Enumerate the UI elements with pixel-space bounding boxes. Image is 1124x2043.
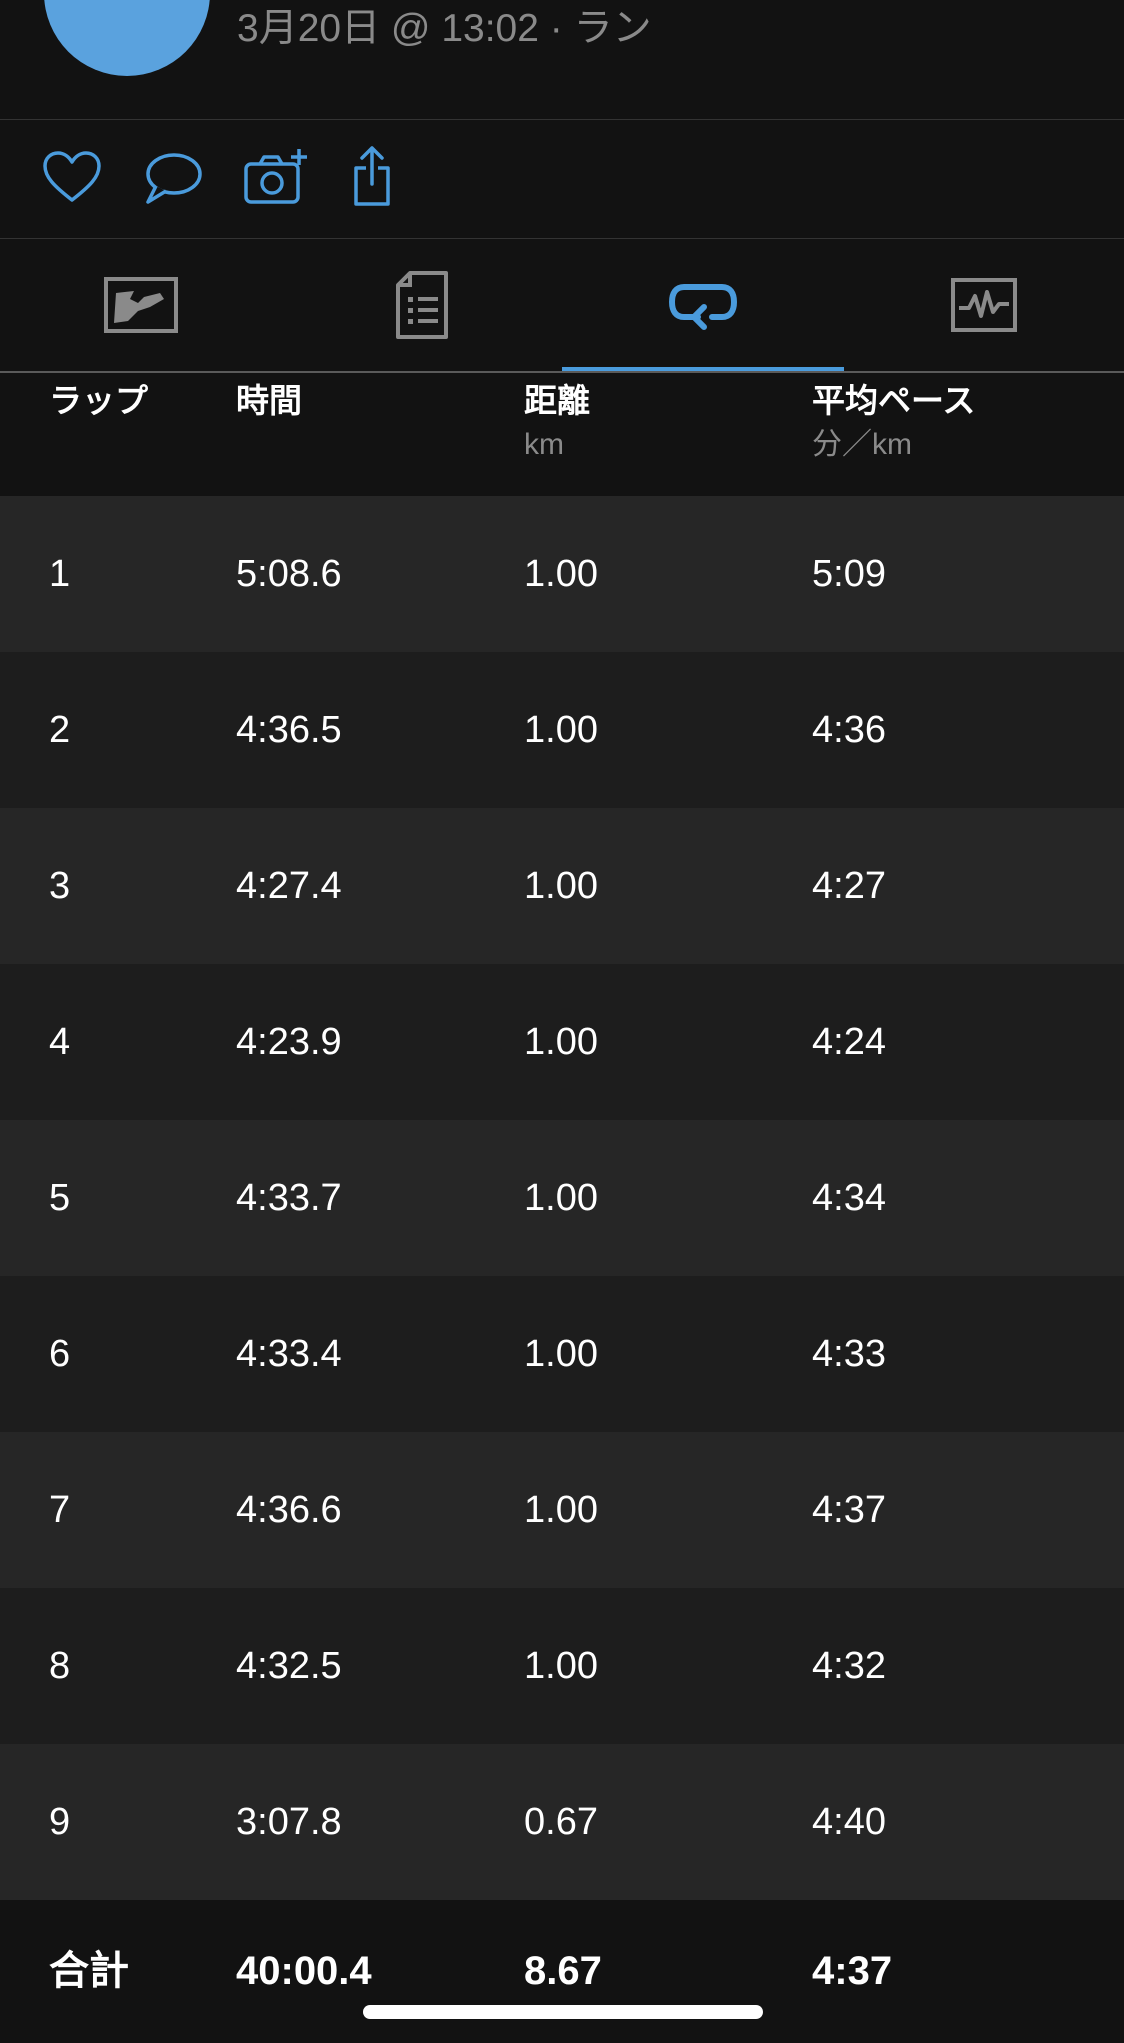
- lap-number: 6: [49, 1333, 71, 1375]
- total-distance: 8.67: [524, 1949, 602, 1993]
- table-row[interactable]: 9 3:07.8 0.67 4:40: [0, 1744, 1124, 1900]
- table-row[interactable]: 5 4:33.7 1.00 4:34: [0, 1120, 1124, 1276]
- document-list-icon: [395, 271, 448, 339]
- activity-header: 3月20日 @ 13:02 · ラン: [0, 0, 1124, 120]
- tab-bar: [0, 239, 1124, 371]
- lap-pace: 5:09: [812, 553, 886, 595]
- action-bar: [0, 120, 1124, 238]
- map-icon: [103, 277, 178, 333]
- add-photo-icon[interactable]: [242, 146, 307, 210]
- column-header-pace[interactable]: 平均ペース 分／km: [812, 379, 975, 465]
- tab-charts[interactable]: [843, 239, 1124, 371]
- lap-pace: 4:32: [812, 1645, 886, 1687]
- heart-icon[interactable]: [40, 146, 104, 210]
- lap-distance: 0.67: [524, 1801, 598, 1843]
- lap-number: 4: [49, 1021, 71, 1063]
- lap-number: 2: [49, 709, 71, 751]
- share-icon[interactable]: [346, 146, 410, 210]
- totals-row: 合計 40:00.4 8.67 4:37: [0, 1900, 1124, 2043]
- lap-number: 9: [49, 1801, 71, 1843]
- table-row[interactable]: 8 4:32.5 1.00 4:32: [0, 1588, 1124, 1744]
- column-header-lap[interactable]: ラップ: [49, 379, 148, 423]
- lap-time: 4:27.4: [236, 865, 342, 907]
- lap-distance: 1.00: [524, 1489, 598, 1531]
- total-time: 40:00.4: [236, 1949, 372, 1993]
- lap-distance: 1.00: [524, 1645, 598, 1687]
- lap-number: 1: [49, 553, 71, 595]
- lap-time: 5:08.6: [236, 553, 342, 595]
- lap-time: 4:33.4: [236, 1333, 342, 1375]
- table-row[interactable]: 6 4:33.4 1.00 4:33: [0, 1276, 1124, 1432]
- table-row[interactable]: 1 5:08.6 1.00 5:09: [0, 496, 1124, 652]
- column-header-time[interactable]: 時間: [236, 379, 302, 423]
- lap-number: 8: [49, 1645, 71, 1687]
- lap-pace: 4:33: [812, 1333, 886, 1375]
- lap-pace: 4:24: [812, 1021, 886, 1063]
- total-label: 合計: [49, 1949, 129, 1993]
- table-row[interactable]: 7 4:36.6 1.00 4:37: [0, 1432, 1124, 1588]
- tab-laps[interactable]: [562, 239, 843, 371]
- lap-time: 4:23.9: [236, 1021, 342, 1063]
- lap-pace: 4:27: [812, 865, 886, 907]
- table-row[interactable]: 3 4:27.4 1.00 4:27: [0, 808, 1124, 964]
- table-header: ラップ 時間 距離 km 平均ペース 分／km: [0, 373, 1124, 496]
- lap-distance: 1.00: [524, 865, 598, 907]
- lap-distance: 1.00: [524, 1021, 598, 1063]
- lap-pace: 4:36: [812, 709, 886, 751]
- lap-distance: 1.00: [524, 709, 598, 751]
- lap-number: 3: [49, 865, 71, 907]
- distance-unit: km: [524, 428, 564, 461]
- lap-pace: 4:37: [812, 1489, 886, 1531]
- tab-map[interactable]: [0, 239, 281, 371]
- column-header-distance[interactable]: 距離 km: [524, 379, 590, 465]
- table-row[interactable]: 2 4:36.5 1.00 4:36: [0, 652, 1124, 808]
- home-indicator[interactable]: [363, 2005, 763, 2019]
- lap-time: 4:36.6: [236, 1489, 342, 1531]
- lap-pace: 4:40: [812, 1801, 886, 1843]
- activity-date-type: 3月20日 @ 13:02 · ラン: [237, 7, 652, 50]
- comment-icon[interactable]: [140, 146, 204, 210]
- laps-table-body: 1 5:08.6 1.00 5:09 2 4:36.5 1.00 4:36 3 …: [0, 496, 1124, 1900]
- avatar[interactable]: [44, 0, 210, 76]
- lap-distance: 1.00: [524, 1177, 598, 1219]
- tab-summary[interactable]: [281, 239, 562, 371]
- lap-time: 3:07.8: [236, 1801, 342, 1843]
- lap-distance: 1.00: [524, 1333, 598, 1375]
- laps-loop-icon: [668, 284, 737, 330]
- lap-time: 4:33.7: [236, 1177, 342, 1219]
- pace-unit: 分／km: [812, 428, 912, 461]
- total-pace: 4:37: [812, 1949, 893, 1993]
- table-row[interactable]: 4 4:23.9 1.00 4:24: [0, 964, 1124, 1120]
- lap-time: 4:36.5: [236, 709, 342, 751]
- lap-time: 4:32.5: [236, 1645, 342, 1687]
- lap-number: 5: [49, 1177, 71, 1219]
- activity-chart-icon: [950, 278, 1017, 332]
- lap-distance: 1.00: [524, 553, 598, 595]
- lap-number: 7: [49, 1489, 71, 1531]
- lap-pace: 4:34: [812, 1177, 886, 1219]
